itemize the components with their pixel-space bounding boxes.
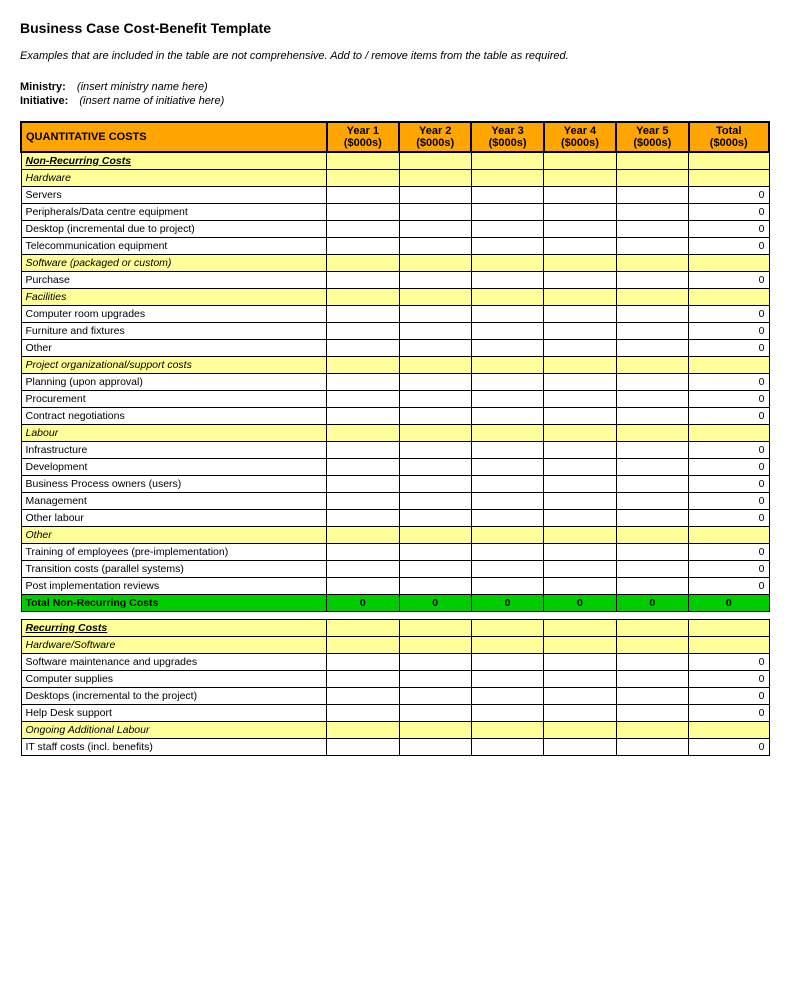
non-recurring-costs-header: Non-Recurring Costs bbox=[21, 152, 769, 170]
header-year1: Year 1($000s) bbox=[327, 122, 399, 152]
table-row: Peripherals/Data centre equipment 0 bbox=[21, 203, 769, 220]
table-row: Other labour 0 bbox=[21, 509, 769, 526]
header-year3: Year 3($000s) bbox=[471, 122, 543, 152]
facilities-subcat: Facilities bbox=[21, 288, 769, 305]
header-total: Total($000s) bbox=[689, 122, 769, 152]
table-row: Purchase 0 bbox=[21, 271, 769, 288]
labour-subcat: Labour bbox=[21, 424, 769, 441]
table-row: Furniture and fixtures 0 bbox=[21, 322, 769, 339]
spacer-row bbox=[21, 611, 769, 619]
table-row: Servers 0 bbox=[21, 186, 769, 203]
table-row: Post implementation reviews 0 bbox=[21, 577, 769, 594]
table-row: Procurement 0 bbox=[21, 390, 769, 407]
software-subcat: Software (packaged or custom) bbox=[21, 254, 769, 271]
table-row: Computer supplies 0 bbox=[21, 670, 769, 687]
table-row: IT staff costs (incl. benefits) 0 bbox=[21, 738, 769, 755]
table-row: Management 0 bbox=[21, 492, 769, 509]
hardware-subcat: Hardware bbox=[21, 169, 769, 186]
table-row: Infrastructure 0 bbox=[21, 441, 769, 458]
header-quantitative-costs: QUANTITATIVE COSTS bbox=[21, 122, 327, 152]
cost-benefit-table: QUANTITATIVE COSTS Year 1($000s) Year 2(… bbox=[20, 121, 770, 756]
table-row: Help Desk support 0 bbox=[21, 704, 769, 721]
header-year2: Year 2($000s) bbox=[399, 122, 471, 152]
ministry-value: (insert ministry name here) bbox=[77, 81, 208, 93]
table-row: Development 0 bbox=[21, 458, 769, 475]
project-org-subcat: Project organizational/support costs bbox=[21, 356, 769, 373]
hardware-software-subcat: Hardware/Software bbox=[21, 636, 769, 653]
table-row: Other 0 bbox=[21, 339, 769, 356]
table-row: Desktops (incremental to the project) 0 bbox=[21, 687, 769, 704]
table-row: Computer room upgrades 0 bbox=[21, 305, 769, 322]
subtitle-text: Examples that are included in the table … bbox=[20, 48, 770, 65]
table-header: QUANTITATIVE COSTS Year 1($000s) Year 2(… bbox=[21, 122, 769, 152]
initiative-value: (insert name of initiative here) bbox=[79, 95, 224, 107]
table-row: Software maintenance and upgrades 0 bbox=[21, 653, 769, 670]
table-row: Planning (upon approval) 0 bbox=[21, 373, 769, 390]
header-year4: Year 4($000s) bbox=[544, 122, 616, 152]
ministry-label: Ministry: bbox=[20, 81, 66, 93]
table-row: Contract negotiations 0 bbox=[21, 407, 769, 424]
table-row: Training of employees (pre-implementatio… bbox=[21, 543, 769, 560]
total-non-recurring-row: Total Non-Recurring Costs 0 0 0 0 0 0 bbox=[21, 594, 769, 611]
other-subcat: Other bbox=[21, 526, 769, 543]
table-row: Telecommunication equipment 0 bbox=[21, 237, 769, 254]
table-row: Transition costs (parallel systems) 0 bbox=[21, 560, 769, 577]
table-row: Business Process owners (users) 0 bbox=[21, 475, 769, 492]
initiative-label: Initiative: bbox=[20, 95, 68, 107]
header-year5: Year 5($000s) bbox=[616, 122, 688, 152]
table-row: Desktop (incremental due to project) 0 bbox=[21, 220, 769, 237]
page-title: Business Case Cost-Benefit Template bbox=[20, 20, 770, 36]
ongoing-labour-subcat: Ongoing Additional Labour bbox=[21, 721, 769, 738]
recurring-costs-header: Recurring Costs bbox=[21, 619, 769, 636]
